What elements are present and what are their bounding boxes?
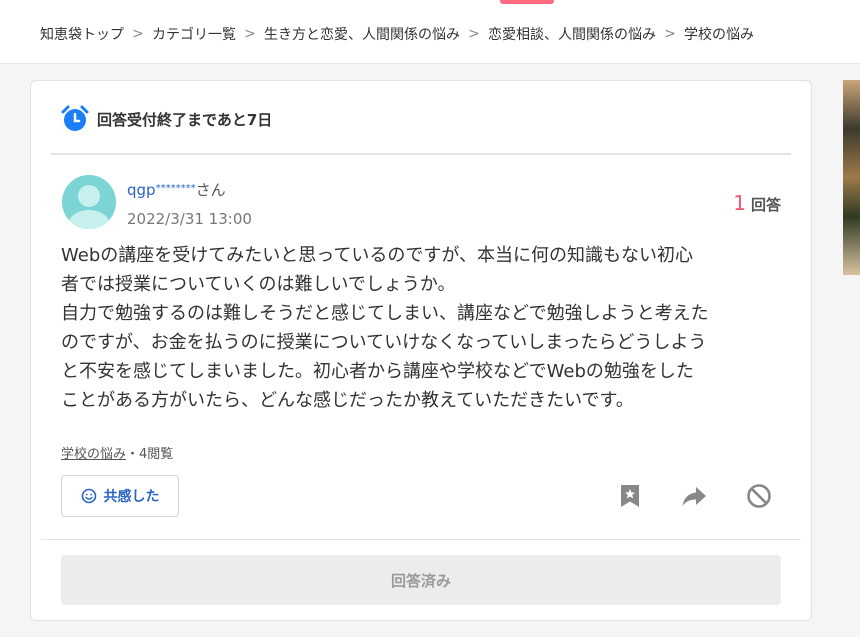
empathy-button[interactable]: 共感した (61, 475, 179, 517)
question-body: Webの講座を受けてみたいと思っているのですが、本当に何の知識もない初心 者では… (61, 241, 791, 415)
deadline-banner: 回答受付終了まであと7日 (61, 105, 272, 133)
avatar-body (68, 210, 110, 229)
block-icon[interactable] (746, 483, 772, 509)
alarm-clock-icon (61, 105, 89, 131)
author-name: qgp********さん (127, 179, 226, 200)
breadcrumb-separator: > (244, 26, 256, 42)
view-count: ・4閲覧 (126, 447, 174, 462)
breadcrumb-item-categories[interactable]: カテゴリ一覧 (152, 24, 236, 44)
question-meta: 学校の悩み・4閲覧 (61, 443, 173, 462)
author-suffix: さん (195, 181, 226, 199)
divider (51, 153, 791, 155)
bookmark-icon[interactable] (617, 483, 643, 509)
breadcrumb-item-school[interactable]: 学校の悩み (684, 24, 754, 44)
question-line: ことがある方がいたら、どんな感じだったか教えていただきたいです。 (61, 390, 634, 411)
smile-icon (81, 488, 96, 504)
category-link[interactable]: 学校の悩み (61, 447, 126, 462)
breadcrumb-item-top[interactable]: 知恵袋トップ (40, 24, 124, 44)
divider (41, 539, 801, 540)
breadcrumb-separator: > (468, 26, 480, 42)
question-card: 回答受付終了まであと7日 qgp********さん 2022/3/31 13:… (30, 80, 812, 621)
share-icon[interactable] (681, 483, 707, 509)
breadcrumb-separator: > (664, 26, 676, 42)
breadcrumb-item-love-advice[interactable]: 恋愛相談、人間関係の悩み (488, 24, 656, 44)
question-line: 自力で勉強するのは難しそうだと感じてしまい、講座などで勉強しようと考えた (61, 303, 709, 324)
top-header: 知恵袋トップ > カテゴリ一覧 > 生き方と恋愛、人間関係の悩み > 恋愛相談、… (0, 0, 860, 64)
breadcrumb-separator: > (132, 26, 144, 42)
breadcrumb-item-life-love[interactable]: 生き方と恋愛、人間関係の悩み (264, 24, 460, 44)
deadline-text: 回答受付終了まであと7日 (97, 110, 273, 129)
question-line: と不安を感じてしまいました。初心者から講座や学校などでWebの勉強をした (61, 361, 694, 382)
avatar[interactable] (62, 175, 116, 229)
avatar-head (78, 185, 100, 207)
question-line: Webの講座を受けてみたいと思っているのですが、本当に何の知識もない初心 (61, 245, 693, 266)
answer-count-label: 回答 (750, 196, 781, 214)
post-date: 2022/3/31 13:00 (127, 210, 252, 228)
breadcrumb: 知恵袋トップ > カテゴリ一覧 > 生き方と恋愛、人間関係の悩み > 恋愛相談、… (40, 24, 754, 44)
answer-count-number: 1 (733, 191, 746, 215)
author-link[interactable]: qgp (127, 181, 156, 199)
active-tab-indicator (500, 0, 554, 4)
side-advertisement-image[interactable] (843, 80, 860, 275)
author-mask: ******** (155, 183, 196, 194)
answer-count[interactable]: 1 回答 (733, 191, 781, 215)
answered-button[interactable]: 回答済み (61, 555, 781, 605)
empathy-label: 共感した (103, 489, 160, 505)
question-line: 者では授業についていくのは難しいでしょうか。 (61, 274, 456, 295)
question-line: のですが、お金を払うのに授業についていけなくなっていしまったらどうしよう (61, 332, 707, 353)
answered-label: 回答済み (390, 571, 451, 590)
